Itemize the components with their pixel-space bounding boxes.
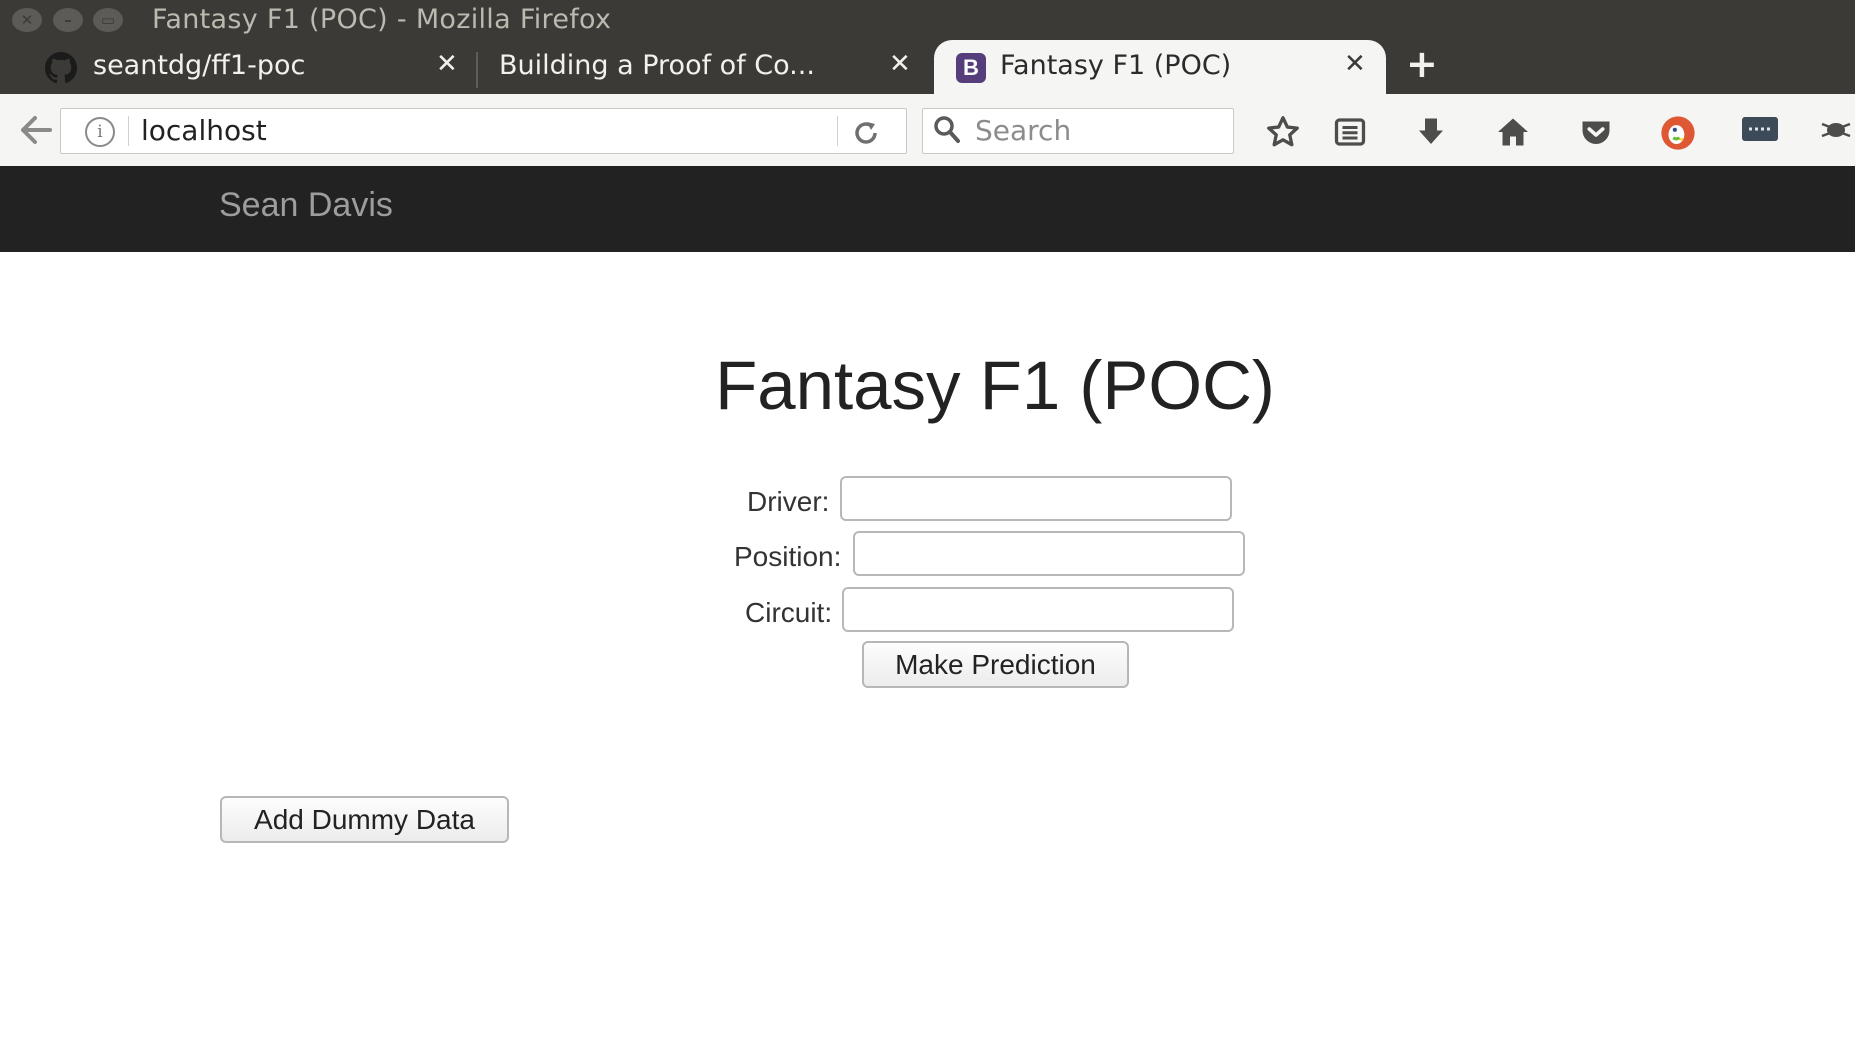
back-arrow-icon[interactable] (6, 106, 66, 154)
position-input[interactable] (853, 531, 1245, 576)
window-title: Fantasy F1 (POC) - Mozilla Firefox (152, 4, 612, 35)
reload-icon[interactable] (851, 113, 881, 156)
circuit-label: Circuit: (745, 597, 833, 628)
github-icon (45, 52, 77, 91)
search-icon (933, 115, 960, 145)
extension-icon[interactable] (1740, 114, 1780, 150)
tab-label: Fantasy F1 (POC) (1000, 50, 1232, 81)
tab-close-icon[interactable]: ✕ (1344, 49, 1366, 79)
window-maximize-icon[interactable]: ▭ (93, 8, 123, 32)
tab-label: Building a Proof of Co... (499, 50, 815, 81)
tab-github[interactable]: seantdg/ff1-poc ✕ (36, 40, 470, 94)
search-bar[interactable]: Search (922, 108, 1234, 154)
tab-close-icon[interactable]: ✕ (436, 49, 458, 79)
tab-separator (476, 52, 478, 88)
reload-separator (837, 116, 838, 146)
driver-label: Driver: (747, 486, 830, 517)
reading-list-icon[interactable] (1330, 114, 1370, 150)
firebug-icon[interactable] (1816, 114, 1855, 150)
new-tab-icon[interactable]: + (1406, 42, 1438, 86)
tab-strip: seantdg/ff1-poc ✕ Building a Proof of Co… (0, 40, 1855, 94)
tab-label: seantdg/ff1-poc (93, 50, 306, 81)
tab-close-icon[interactable]: ✕ (889, 49, 911, 79)
window-titlebar: ✕ – ▭ Fantasy F1 (POC) - Mozilla Firefox (0, 0, 1855, 40)
tab-blog[interactable]: Building a Proof of Co... ✕ (484, 40, 924, 94)
duckduckgo-icon[interactable] (1658, 114, 1698, 150)
home-icon[interactable] (1493, 114, 1533, 150)
url-bar[interactable]: i localhost (60, 108, 907, 154)
tab-fantasy-f1[interactable]: B Fantasy F1 (POC) ✕ (934, 40, 1386, 94)
add-dummy-data-button[interactable]: Add Dummy Data (220, 796, 509, 843)
search-placeholder: Search (975, 114, 1072, 147)
bootstrap-icon: B (956, 53, 986, 83)
url-text[interactable]: localhost (141, 114, 267, 147)
browser-toolbar: i localhost Search (0, 94, 1855, 167)
url-separator (128, 116, 129, 146)
driver-input[interactable] (840, 476, 1232, 521)
window-close-icon[interactable]: ✕ (12, 8, 42, 32)
window-minimize-icon[interactable]: – (53, 8, 83, 32)
page-title: Fantasy F1 (POC) (715, 347, 1275, 424)
circuit-input[interactable] (842, 587, 1234, 632)
make-prediction-button[interactable]: Make Prediction (862, 641, 1129, 688)
brand-link[interactable]: Sean Davis (219, 186, 393, 225)
download-icon[interactable] (1411, 114, 1451, 150)
pocket-icon[interactable] (1576, 114, 1616, 150)
position-label: Position: (734, 541, 842, 572)
info-icon[interactable]: i (85, 117, 115, 147)
bookmark-star-icon[interactable] (1263, 114, 1303, 150)
site-navbar: Sean Davis (0, 166, 1855, 252)
